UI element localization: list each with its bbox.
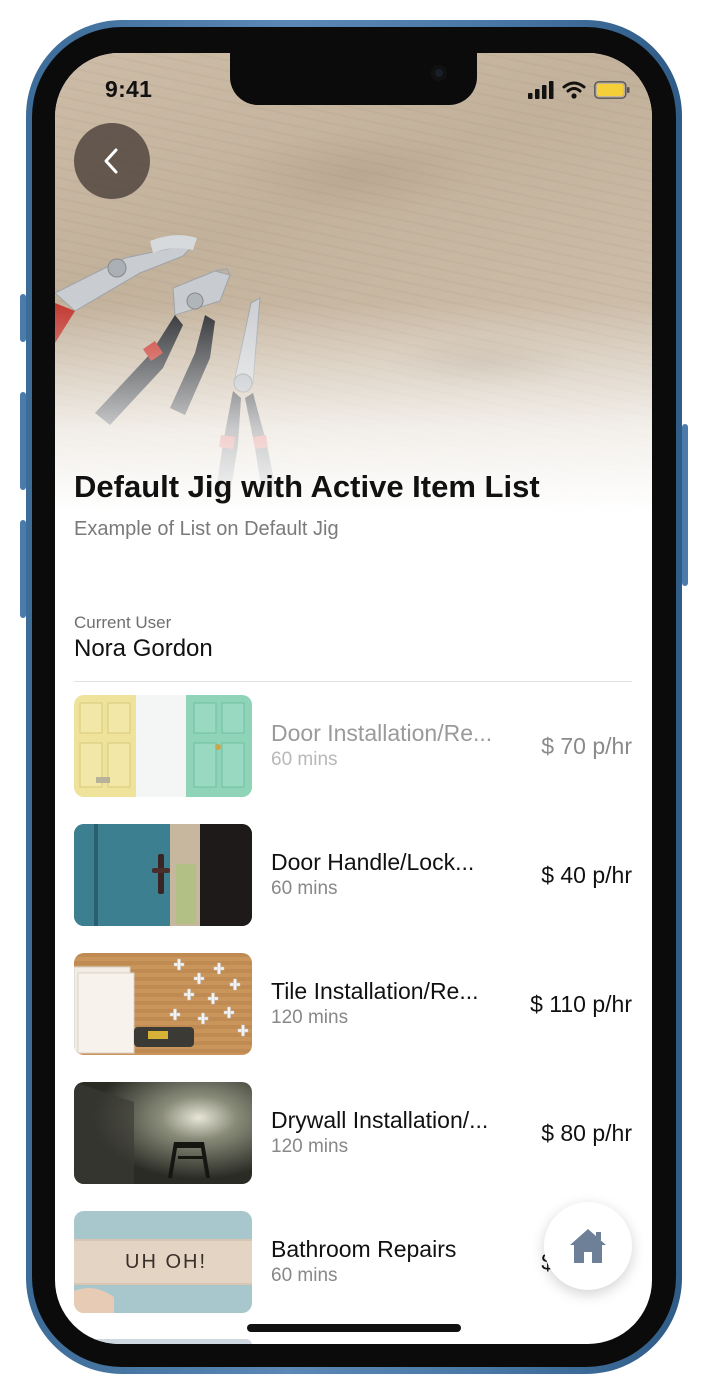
- page-subtitle: Example of List on Default Jig: [74, 518, 339, 540]
- door-installation-thumbnail: [74, 695, 252, 797]
- screen: 9:41 Default Jig with Active Item List E…: [55, 53, 652, 1344]
- divider: [74, 681, 632, 682]
- item-price: $ 110 p/hr: [530, 991, 632, 1017]
- item-name: Tile Installation/Re...: [271, 978, 479, 1004]
- volume-up-button: [20, 392, 26, 490]
- current-user-label: Current User: [74, 613, 172, 632]
- item-price: $ 70 p/hr: [541, 733, 632, 759]
- chevron-left-icon: [104, 148, 118, 174]
- page-title: Default Jig with Active Item List: [74, 469, 540, 504]
- list-item-tile-installation[interactable]: Tile Installation/Re... 120 mins $ 110 p…: [74, 953, 632, 1082]
- home-indicator[interactable]: [247, 1324, 461, 1332]
- list-item-drywall-installation[interactable]: Drywall Installation/... 120 mins $ 80 p…: [74, 1082, 632, 1211]
- bathroom-sign-text: UH OH!: [125, 1251, 207, 1273]
- home-icon: [570, 1229, 606, 1263]
- item-name: Door Handle/Lock...: [271, 849, 475, 875]
- item-duration: 120 mins: [271, 1007, 349, 1028]
- item-price: $ 40 p/hr: [541, 862, 632, 888]
- volume-down-button: [20, 520, 26, 618]
- drywall-installation-thumbnail: [74, 1082, 252, 1184]
- list-item-door-handle[interactable]: Door Handle/Lock... 60 mins $ 40 p/hr: [74, 824, 632, 953]
- home-button[interactable]: [544, 1202, 632, 1290]
- item-duration: 60 mins: [271, 749, 338, 770]
- item-duration: 60 mins: [271, 1265, 338, 1286]
- signal-icon: [528, 81, 554, 99]
- bathroom-repairs-thumbnail: UH OH!: [74, 1211, 252, 1313]
- battery-icon: [594, 81, 630, 99]
- status-time: 9:41: [105, 76, 153, 102]
- back-button[interactable]: [74, 123, 150, 199]
- mute-switch: [20, 294, 26, 342]
- status-icons: [528, 79, 630, 101]
- item-name: Drywall Installation/...: [271, 1107, 489, 1133]
- item-name: Door Installation/Re...: [271, 720, 493, 746]
- tile-installation-thumbnail: [74, 953, 252, 1055]
- door-handle-thumbnail: [74, 824, 252, 926]
- notch: [230, 53, 477, 105]
- wifi-icon: [562, 81, 586, 99]
- item-duration: 60 mins: [271, 878, 338, 899]
- hero-image: [55, 53, 652, 533]
- list-item-door-installation[interactable]: Door Installation/Re... 60 mins $ 70 p/h…: [74, 695, 632, 824]
- item-duration: 120 mins: [271, 1136, 349, 1157]
- power-button: [682, 424, 688, 586]
- next-item-peek: [74, 1339, 252, 1344]
- camera-icon: [431, 65, 447, 81]
- item-price: $ 80 p/hr: [541, 1120, 632, 1146]
- current-user-name: Nora Gordon: [74, 635, 213, 662]
- item-name: Bathroom Repairs: [271, 1236, 457, 1262]
